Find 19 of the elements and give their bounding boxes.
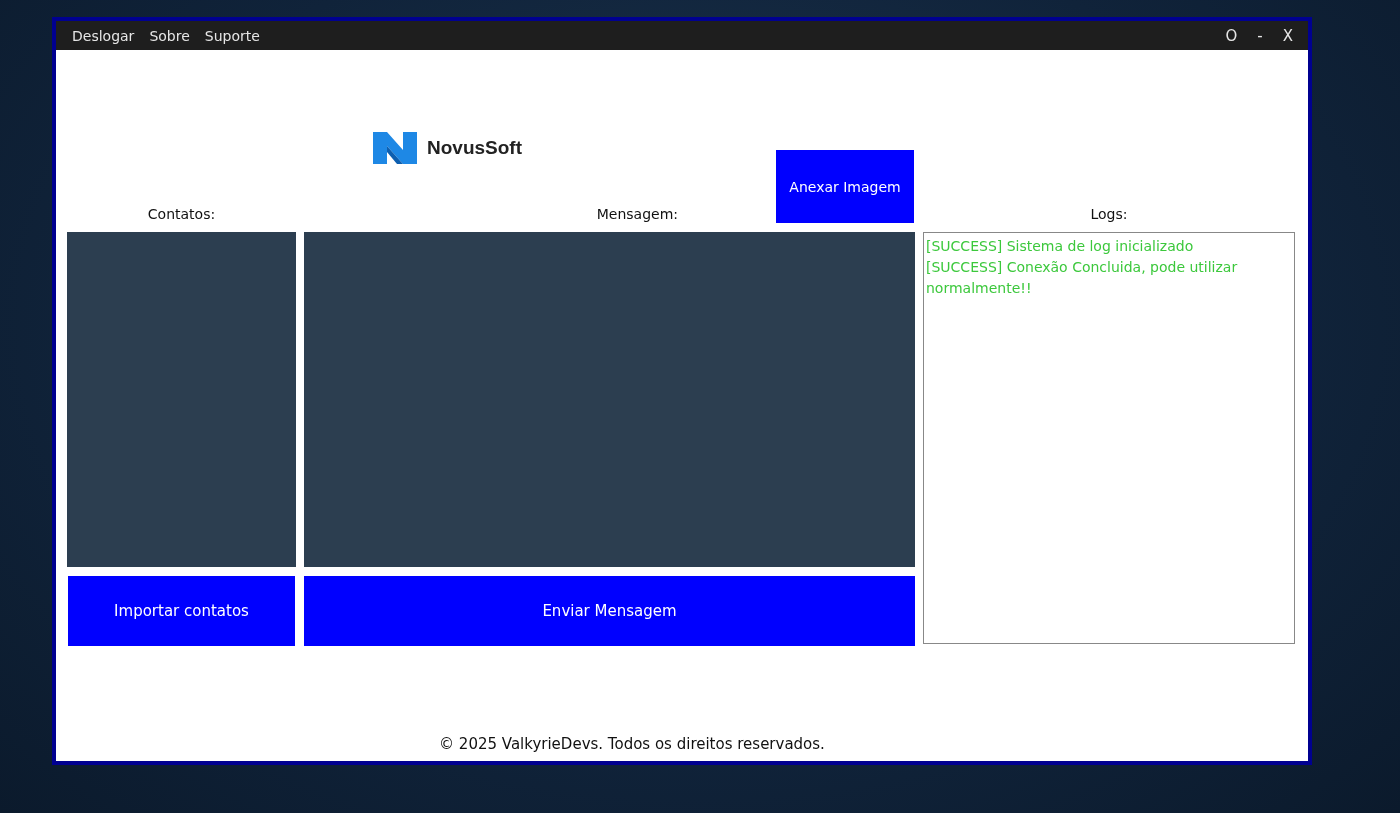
log-entry: [SUCCESS] Conexão Concluida, pode utilizar normalmente!! [926,258,1239,298]
footer-text: © 2025 ValkyrieDevs. Todos os direitos reservados. [438,735,826,755]
log-entry: [SUCCESS] Sistema de log inicializado [926,237,1195,256]
message-input[interactable] [304,232,915,567]
attach-image-button[interactable]: Anexar Imagem [776,150,914,223]
menu-item[interactable]: Deslogar [66,25,141,46]
menu-item[interactable]: Sobre [143,25,196,46]
logo-icon [373,132,417,164]
logs-label: Logs: [1090,206,1128,224]
window-control-button[interactable]: - [1250,24,1270,47]
contacts-list[interactable] [67,232,296,567]
contacts-label: Contatos: [147,206,216,224]
import-contacts-button[interactable]: Importar contatos [68,576,295,646]
message-label: Mensagem: [596,206,678,224]
window-control-button[interactable]: O [1218,24,1245,47]
window-control-button[interactable]: X [1275,24,1300,47]
send-message-button[interactable]: Enviar Mensagem [304,576,915,646]
menu-item[interactable]: Suporte [198,25,266,46]
logo-text: NovusSoft [427,137,522,159]
